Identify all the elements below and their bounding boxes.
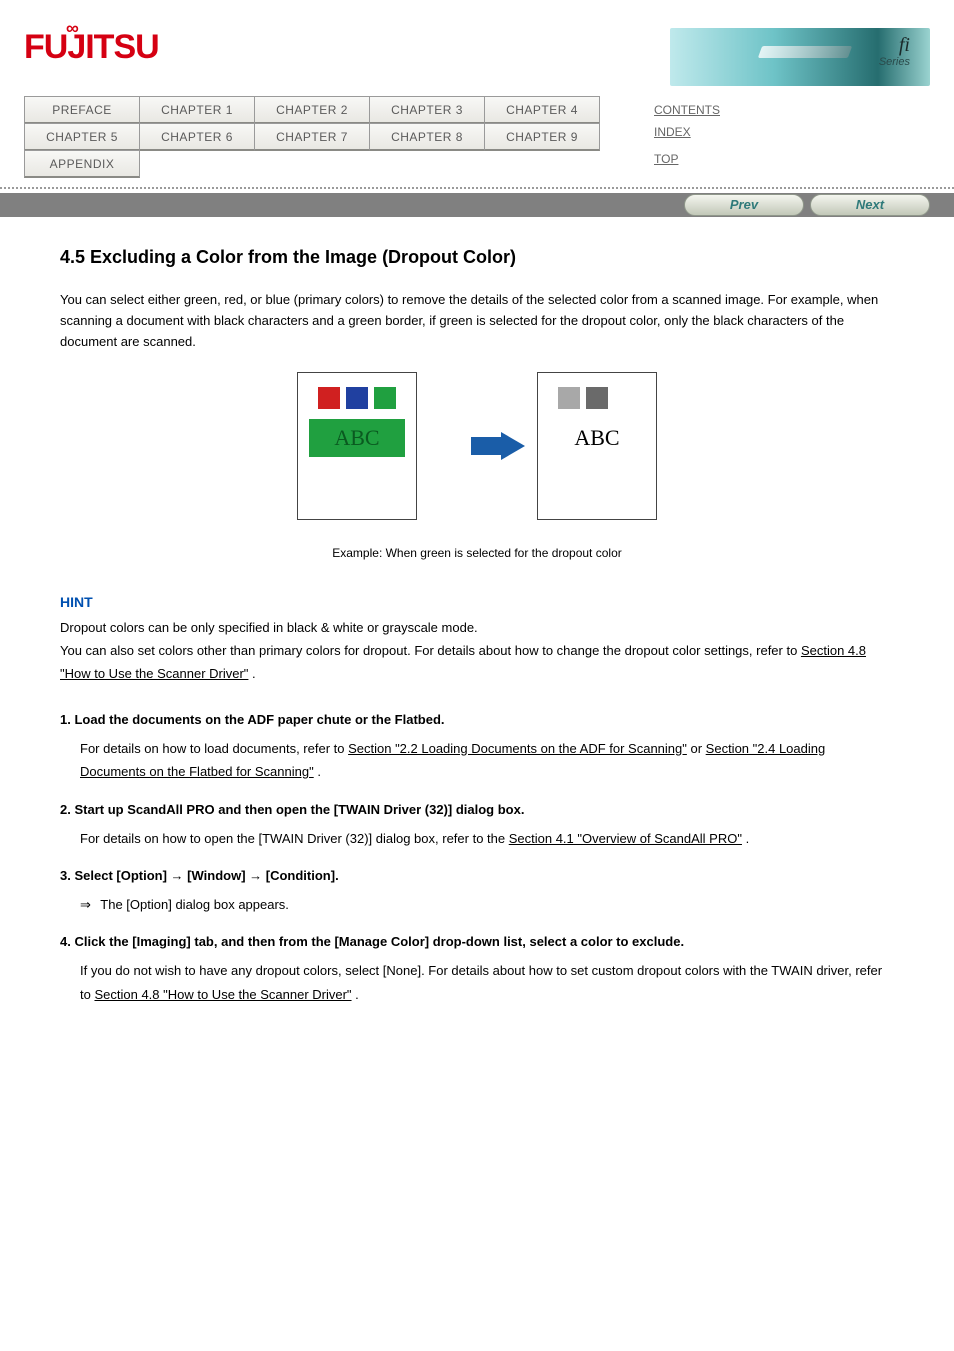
dropout-diagram: ABC ABC bbox=[60, 372, 894, 520]
diagram-original-doc: ABC bbox=[297, 372, 417, 520]
step-4-body: Click the [Imaging] tab, and then from t… bbox=[74, 934, 684, 949]
diagram-result-doc: ABC bbox=[537, 372, 657, 520]
intro-paragraph: You can select either green, red, or blu… bbox=[60, 290, 894, 352]
side-links: CONTENTS INDEX TOP bbox=[654, 100, 720, 171]
abc-green-band: ABC bbox=[309, 419, 405, 457]
step-3-body-mid1: [Window] bbox=[187, 868, 249, 883]
green-square-icon bbox=[374, 387, 396, 409]
dotted-divider bbox=[0, 187, 954, 189]
step-3: 3. Select [Option] → [Window] → [Conditi… bbox=[60, 868, 894, 883]
arrow-icon: → bbox=[249, 868, 262, 883]
hint-text-2-suffix: . bbox=[252, 666, 256, 681]
tab-chapter-7[interactable]: CHAPTER 7 bbox=[254, 123, 370, 151]
step-1-ref-link[interactable]: Section "2.2 Loading Documents on the AD… bbox=[348, 741, 687, 756]
step-2-ref-suffix: . bbox=[746, 831, 750, 846]
step-1-body: Load the documents on the ADF paper chut… bbox=[74, 712, 444, 727]
step-1-ref-prefix: For details on how to load documents, re… bbox=[80, 741, 348, 756]
blue-square-icon bbox=[346, 387, 368, 409]
prev-button[interactable]: Prev bbox=[684, 194, 804, 216]
hint-label: HINT bbox=[60, 590, 894, 615]
step-1-ref-suffix: . bbox=[317, 764, 321, 779]
step-4: 4. Click the [Imaging] tab, and then fro… bbox=[60, 934, 894, 949]
logo-text: FUJITSU bbox=[24, 28, 159, 66]
step-1-ref: For details on how to load documents, re… bbox=[60, 737, 894, 784]
hint-block: HINT Dropout colors can be only specifie… bbox=[60, 590, 894, 685]
banner-fi-text: fi bbox=[899, 34, 910, 57]
link-top[interactable]: TOP bbox=[654, 152, 678, 166]
fujitsu-logo: ∞ FUJITSU bbox=[24, 28, 159, 67]
gray-square-icon bbox=[558, 387, 580, 409]
link-contents[interactable]: CONTENTS bbox=[654, 103, 720, 117]
arrow-icon: → bbox=[171, 868, 184, 883]
step-2-ref-prefix: For details on how to open the [TWAIN Dr… bbox=[80, 831, 509, 846]
abc-white-band: ABC bbox=[549, 419, 645, 457]
link-index[interactable]: INDEX bbox=[654, 125, 691, 139]
tab-chapter-1[interactable]: CHAPTER 1 bbox=[139, 96, 255, 124]
step-1-num: 1. bbox=[60, 712, 71, 727]
next-button[interactable]: Next bbox=[810, 194, 930, 216]
nav-tabs: PREFACE CHAPTER 1 CHAPTER 2 CHAPTER 3 CH… bbox=[24, 96, 614, 177]
darkgray-square-icon bbox=[586, 387, 608, 409]
tab-preface[interactable]: PREFACE bbox=[24, 96, 140, 124]
tab-appendix[interactable]: APPENDIX bbox=[24, 150, 140, 178]
tab-chapter-3[interactable]: CHAPTER 3 bbox=[369, 96, 485, 124]
step-2-ref: For details on how to open the [TWAIN Dr… bbox=[60, 827, 894, 850]
step-4-note-link[interactable]: Section 4.8 "How to Use the Scanner Driv… bbox=[94, 987, 351, 1002]
step-3-body-mid2: [Condition]. bbox=[266, 868, 339, 883]
arrow-right-icon bbox=[501, 432, 525, 460]
step-2-ref-link[interactable]: Section 4.1 "Overview of ScandAll PRO" bbox=[509, 831, 742, 846]
section-title: 4.5 Excluding a Color from the Image (Dr… bbox=[60, 247, 894, 268]
step-3-result-text: The [Option] dialog box appears. bbox=[100, 897, 289, 912]
step-3-result: The [Option] dialog box appears. bbox=[60, 893, 894, 916]
step-2-num: 2. bbox=[60, 802, 71, 817]
example-caption: Example: When green is selected for the … bbox=[60, 546, 894, 560]
hint-text-1: Dropout colors can be only specified in … bbox=[60, 616, 894, 639]
tab-chapter-4[interactable]: CHAPTER 4 bbox=[484, 96, 600, 124]
tab-chapter-9[interactable]: CHAPTER 9 bbox=[484, 123, 600, 151]
red-square-icon bbox=[318, 387, 340, 409]
logo-infinity-icon: ∞ bbox=[66, 18, 78, 39]
step-1: 1. Load the documents on the ADF paper c… bbox=[60, 712, 894, 727]
step-4-note: If you do not wish to have any dropout c… bbox=[60, 959, 894, 1006]
step-3-body-prefix: Select [Option] bbox=[74, 868, 170, 883]
step-2: 2. Start up ScandAll PRO and then open t… bbox=[60, 802, 894, 817]
tab-chapter-6[interactable]: CHAPTER 6 bbox=[139, 123, 255, 151]
tab-chapter-2[interactable]: CHAPTER 2 bbox=[254, 96, 370, 124]
step-3-num: 3. bbox=[60, 868, 71, 883]
tab-chapter-5[interactable]: CHAPTER 5 bbox=[24, 123, 140, 151]
banner-series-text: Series bbox=[879, 56, 910, 68]
step-4-note-suffix: . bbox=[355, 987, 359, 1002]
banner-wedge-icon bbox=[758, 46, 852, 58]
toolbar-bar: Prev Next bbox=[0, 193, 954, 217]
tab-chapter-8[interactable]: CHAPTER 8 bbox=[369, 123, 485, 151]
step-1-ref-mid: or bbox=[691, 741, 706, 756]
step-2-body: Start up ScandAll PRO and then open the … bbox=[74, 802, 524, 817]
step-4-num: 4. bbox=[60, 934, 71, 949]
brand-banner: fi Series bbox=[670, 28, 930, 86]
hint-text-2-prefix: You can also set colors other than prima… bbox=[60, 643, 801, 658]
hint-text-2: You can also set colors other than prima… bbox=[60, 639, 894, 686]
